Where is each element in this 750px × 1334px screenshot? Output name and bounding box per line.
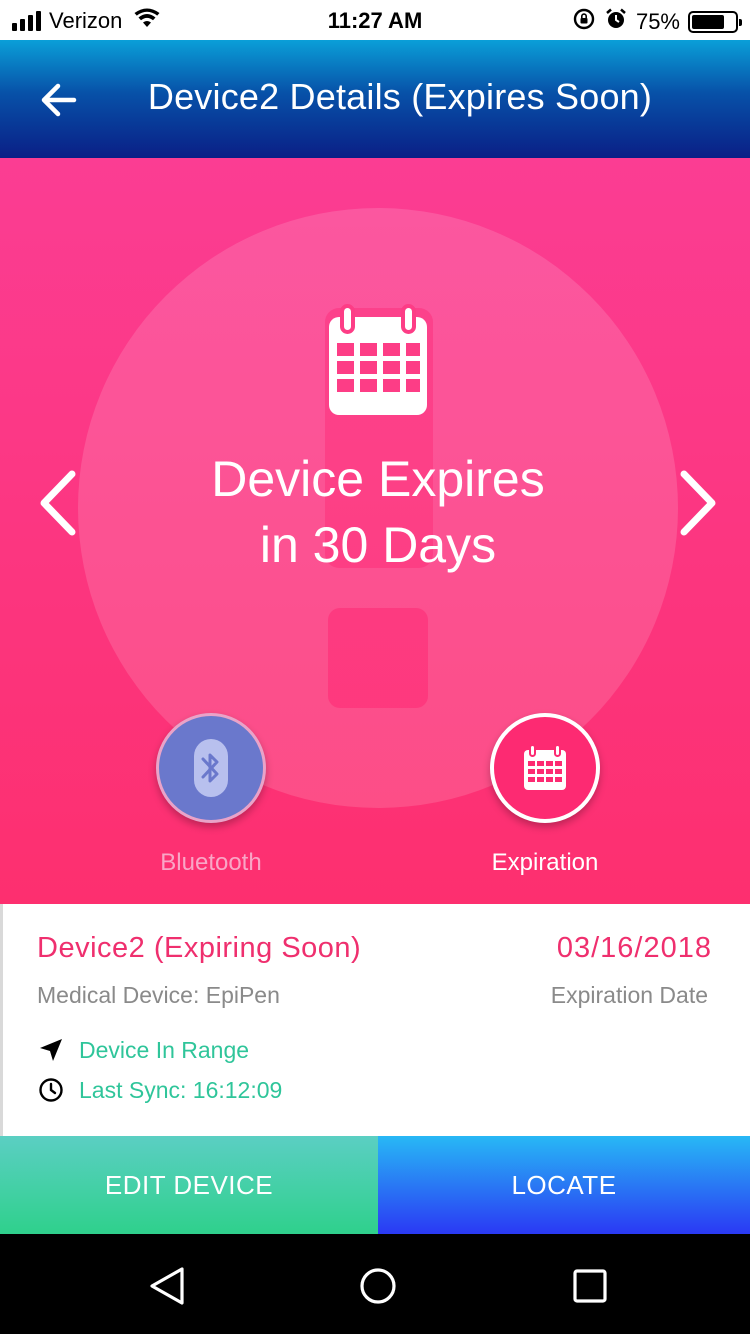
expiration-message-line2: in 30 Days: [259, 517, 497, 573]
expiration-tab-label: Expiration: [491, 849, 599, 876]
chevron-right-icon: [680, 470, 716, 536]
nav-recents-button[interactable]: [568, 1264, 612, 1308]
last-sync: Last Sync: 16:12:09: [79, 1076, 283, 1103]
rotation-lock-icon: [572, 7, 596, 37]
device-name: Device2 (Expiring Soon): [37, 932, 362, 964]
back-arrow-icon: [41, 83, 77, 117]
expiration-date-label: Expiration Date: [550, 982, 708, 1008]
status-bar: Verizon 11:27 AM 75%: [0, 0, 750, 40]
expiration-hero: Device Expires in 30 Days Bluetooth Expi…: [0, 158, 750, 904]
system-nav-bar: [0, 1234, 750, 1334]
range-status: Device In Range: [79, 1036, 250, 1063]
nav-back-button[interactable]: [146, 1264, 190, 1308]
battery-icon: [688, 11, 742, 33]
chevron-left-icon: [40, 470, 76, 536]
device-info-card: Device2 (Expiring Soon) Medical Device: …: [0, 904, 750, 1136]
expiration-date: 03/16/2018: [556, 932, 712, 964]
expiration-message-line1: Device Expires: [211, 451, 545, 507]
circle-home-icon: [360, 1268, 396, 1304]
status-right: 75%: [572, 7, 742, 37]
nav-home-button[interactable]: [356, 1264, 400, 1308]
device-type: Medical Device: EpiPen: [37, 982, 280, 1008]
exclamation-dot-decoration: [328, 608, 428, 708]
page-title: Device2 Details (Expires Soon): [147, 76, 653, 117]
bluetooth-icon: [194, 739, 228, 797]
locate-button[interactable]: LOCATE: [378, 1136, 750, 1234]
expiration-tab-circle: [490, 713, 600, 823]
bluetooth-tab-circle: [156, 713, 266, 823]
app-header: Device2 Details (Expires Soon): [0, 40, 750, 158]
edit-device-button[interactable]: EDIT DEVICE: [0, 1136, 378, 1234]
bluetooth-tab-label: Bluetooth: [160, 849, 262, 876]
previous-slide-button[interactable]: [36, 468, 80, 538]
calendar-small-icon: [524, 744, 566, 790]
battery-fill: [692, 15, 724, 29]
battery-percent: 75%: [635, 9, 680, 34]
clock-icon: [37, 1076, 65, 1104]
expiration-tab[interactable]: Expiration: [460, 713, 630, 877]
last-sync-row: Last Sync: 16:12:09: [37, 1076, 282, 1104]
triangle-back-icon: [150, 1267, 184, 1305]
location-arrow-icon: [37, 1036, 65, 1064]
calendar-icon: [325, 303, 431, 421]
next-slide-button[interactable]: [676, 468, 720, 538]
square-recents-icon: [573, 1269, 607, 1303]
back-button[interactable]: [34, 78, 84, 122]
bluetooth-tab[interactable]: Bluetooth: [126, 713, 296, 877]
range-status-row: Device In Range: [37, 1036, 249, 1064]
alarm-icon: [604, 7, 628, 37]
expiration-message: Device Expires in 30 Days: [100, 446, 656, 578]
